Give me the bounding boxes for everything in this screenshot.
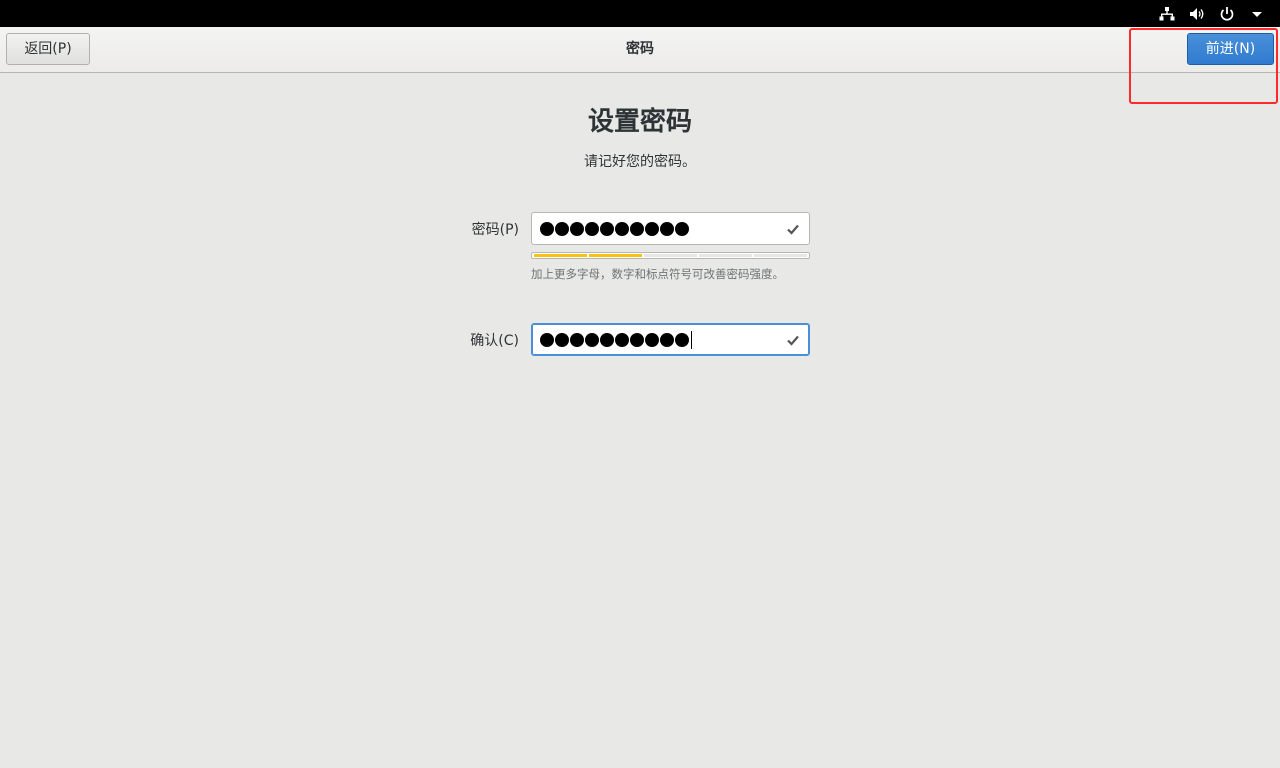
password-dot [660, 222, 674, 236]
password-dot [630, 333, 644, 347]
password-dot [615, 222, 629, 236]
page-title: 设置密码 [587, 107, 692, 137]
password-label: 密码(P) [471, 222, 519, 238]
password-dot [555, 222, 569, 236]
strength-segment [699, 254, 752, 257]
strength-segment [754, 254, 807, 257]
password-field[interactable] [531, 212, 810, 245]
password-dot [615, 333, 629, 347]
text-caret [691, 331, 692, 349]
page-subtitle: 请记好您的密码。 [584, 154, 696, 170]
password-dot [540, 222, 554, 236]
password-dot [600, 222, 614, 236]
volume-icon[interactable] [1188, 5, 1206, 23]
password-hint: 加上更多字母，数字和标点符号可改善密码强度。 [531, 267, 784, 281]
header-bar: 返回(P) 密码 前进(N) [0, 27, 1280, 73]
password-dots [540, 218, 689, 240]
password-dot [675, 222, 689, 236]
top-bar [0, 0, 1280, 27]
password-dot [585, 222, 599, 236]
password-dot [645, 222, 659, 236]
password-strength-bar [531, 252, 810, 259]
password-dot [570, 333, 584, 347]
password-dot [660, 333, 674, 347]
password-dot [555, 333, 569, 347]
header-title: 密码 [626, 41, 654, 57]
check-icon [787, 224, 799, 235]
password-dot [585, 333, 599, 347]
strength-segment [589, 254, 642, 257]
password-dot [600, 333, 614, 347]
password-dot [675, 333, 689, 347]
highlight-annotation [1129, 28, 1278, 104]
chevron-down-icon[interactable] [1248, 5, 1266, 23]
power-icon[interactable] [1218, 5, 1236, 23]
password-dot [570, 222, 584, 236]
password-dot [540, 333, 554, 347]
check-icon [787, 335, 799, 346]
network-icon[interactable] [1158, 5, 1176, 23]
strength-segment [534, 254, 587, 257]
system-tray[interactable] [1158, 0, 1266, 27]
strength-segment [644, 254, 697, 257]
confirm-password-field[interactable] [531, 323, 810, 356]
confirm-label: 确认(C) [470, 333, 519, 349]
confirm-dots [540, 329, 692, 351]
password-dot [645, 333, 659, 347]
password-dot [630, 222, 644, 236]
